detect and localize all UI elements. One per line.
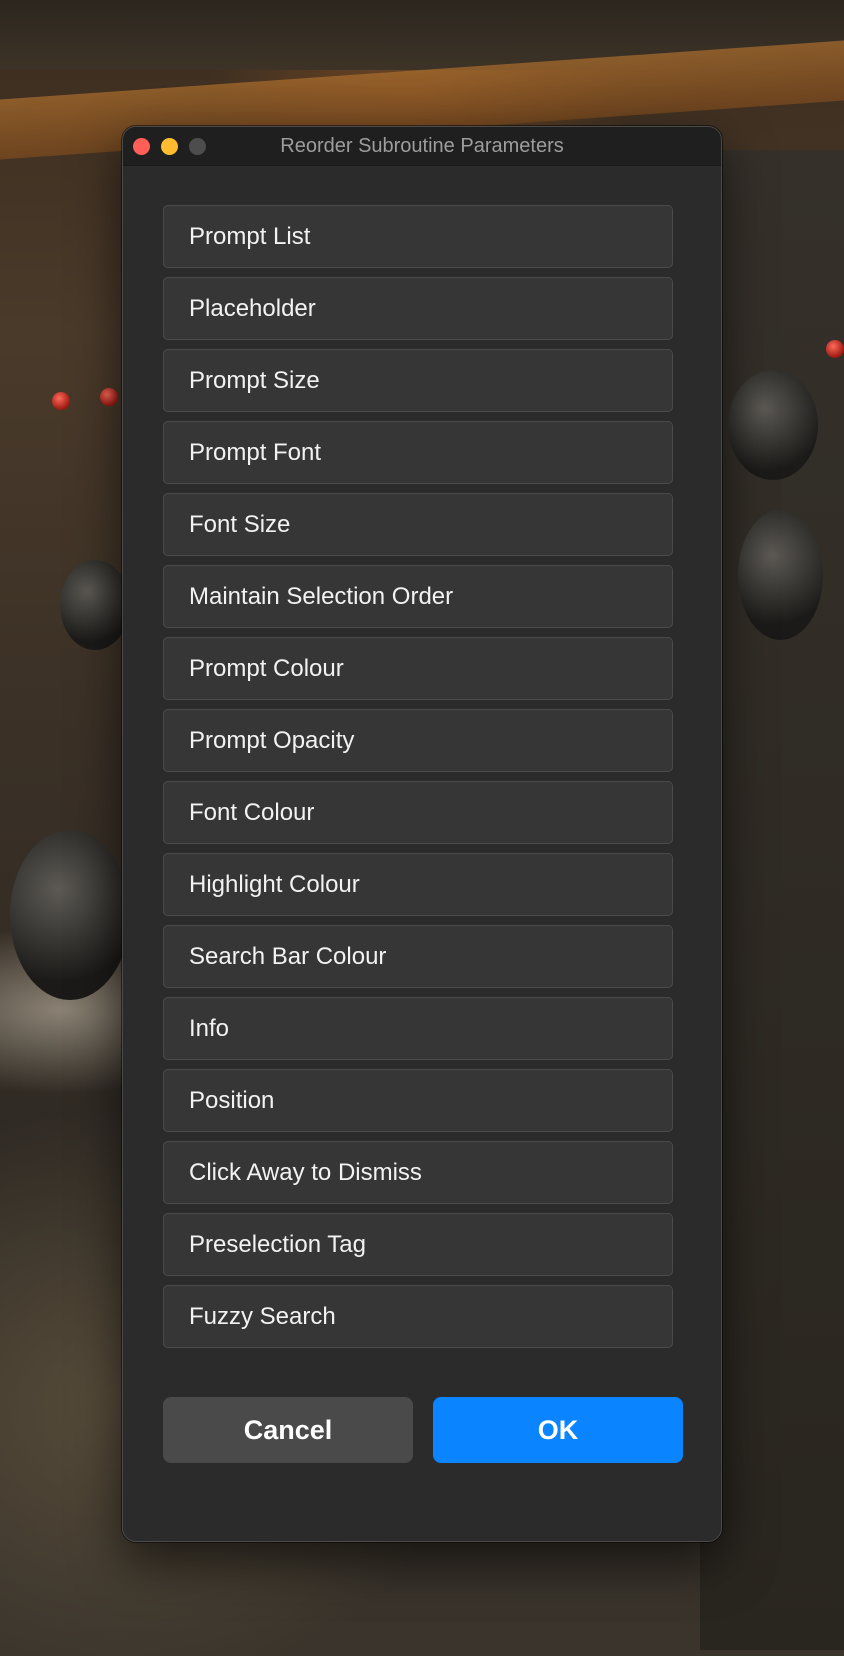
parameter-item-click-away-to-dismiss[interactable]: Click Away to Dismiss — [163, 1141, 673, 1204]
background-led — [52, 392, 70, 410]
background-led — [826, 340, 844, 358]
cancel-button[interactable]: Cancel — [163, 1397, 413, 1463]
parameter-item-fuzzy-search[interactable]: Fuzzy Search — [163, 1285, 673, 1348]
parameter-item-font-size[interactable]: Font Size — [163, 493, 673, 556]
title-bar[interactable]: Reorder Subroutine Parameters — [123, 127, 721, 166]
parameter-item-prompt-font[interactable]: Prompt Font — [163, 421, 673, 484]
parameter-list: Prompt List Placeholder Prompt Size Prom… — [163, 205, 673, 1357]
background-knob — [10, 830, 130, 1000]
parameter-item-prompt-list[interactable]: Prompt List — [163, 205, 673, 268]
ok-button[interactable]: OK — [433, 1397, 683, 1463]
parameter-item-prompt-size[interactable]: Prompt Size — [163, 349, 673, 412]
parameter-item-preselection-tag[interactable]: Preselection Tag — [163, 1213, 673, 1276]
parameter-item-info[interactable]: Info — [163, 997, 673, 1060]
parameter-item-placeholder[interactable]: Placeholder — [163, 277, 673, 340]
parameter-item-prompt-opacity[interactable]: Prompt Opacity — [163, 709, 673, 772]
parameter-item-position[interactable]: Position — [163, 1069, 673, 1132]
background-led — [100, 388, 118, 406]
reorder-dialog: Reorder Subroutine Parameters Prompt Lis… — [122, 126, 722, 1542]
parameter-item-highlight-colour[interactable]: Highlight Colour — [163, 853, 673, 916]
window-title: Reorder Subroutine Parameters — [280, 135, 564, 157]
parameter-item-prompt-colour[interactable]: Prompt Colour — [163, 637, 673, 700]
parameter-item-maintain-selection-order[interactable]: Maintain Selection Order — [163, 565, 673, 628]
background-knob — [728, 370, 818, 480]
background-knob — [60, 560, 130, 650]
parameter-item-search-bar-colour[interactable]: Search Bar Colour — [163, 925, 673, 988]
parameter-item-font-colour[interactable]: Font Colour — [163, 781, 673, 844]
background-knob — [738, 510, 823, 640]
